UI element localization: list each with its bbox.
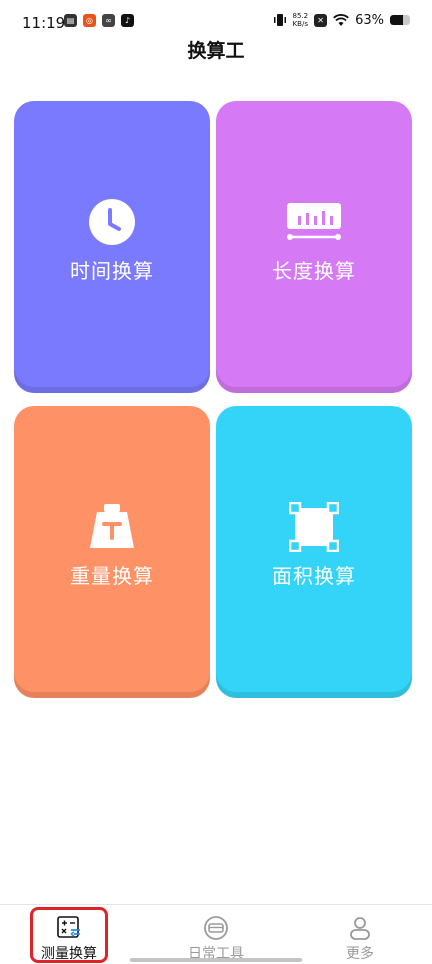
weight-conversion-card[interactable]: 重量换算 bbox=[14, 406, 210, 698]
area-conversion-label: 面积换算 bbox=[272, 564, 356, 588]
bottom-tab-bar: 测量换算 日常工具 更多 bbox=[0, 904, 432, 964]
status-right: 85.2 KB/s ✕ 63% bbox=[273, 12, 410, 28]
page-title: 换算工 bbox=[187, 40, 245, 62]
tab-more[interactable]: 更多 bbox=[320, 911, 400, 963]
tab-measurement-conversion-label: 测量换算 bbox=[41, 946, 97, 962]
calculator-icon bbox=[57, 916, 80, 938]
toolbox-icon bbox=[204, 916, 228, 940]
ruler-icon bbox=[287, 203, 341, 240]
clock-icon bbox=[89, 199, 135, 245]
notification-icons: ▤ ◎ ∞ ♪ bbox=[64, 14, 134, 27]
app-notification-icon: ◎ bbox=[83, 14, 96, 27]
time-conversion-card[interactable]: 时间换算 bbox=[14, 101, 210, 393]
network-speed-unit: KB/s bbox=[292, 20, 308, 28]
status-time: 11:19 bbox=[22, 14, 66, 32]
tiktok-notification-icon: ♪ bbox=[121, 14, 134, 27]
time-conversion-label: 时间换算 bbox=[70, 259, 154, 283]
battery-fill bbox=[390, 15, 403, 25]
weight-icon bbox=[90, 504, 134, 548]
person-icon bbox=[350, 917, 370, 940]
home-indicator[interactable] bbox=[130, 958, 302, 962]
tab-measurement-conversion[interactable]: 测量换算 bbox=[29, 911, 109, 963]
link-notification-icon: ∞ bbox=[102, 14, 115, 27]
tab-daily-tools[interactable]: 日常工具 bbox=[176, 911, 256, 963]
battery-percent: 63% bbox=[355, 12, 384, 28]
tab-more-label: 更多 bbox=[346, 946, 374, 962]
wifi-icon bbox=[333, 13, 349, 26]
battery-icon bbox=[390, 15, 410, 25]
weight-conversion-label: 重量换算 bbox=[70, 564, 154, 588]
area-conversion-card[interactable]: 面积换算 bbox=[216, 406, 412, 698]
vibrate-icon bbox=[273, 14, 286, 26]
message-notification-icon: ▤ bbox=[64, 14, 77, 27]
length-conversion-card[interactable]: 长度换算 bbox=[216, 101, 412, 393]
network-speed-value: 85.2 bbox=[292, 12, 309, 20]
screen: 11:19 ▤ ◎ ∞ ♪ 85.2 KB/s ✕ 63% 换算工 时间换算 长… bbox=[0, 0, 432, 964]
no-sim-icon: ✕ bbox=[314, 13, 328, 27]
length-conversion-label: 长度换算 bbox=[272, 259, 356, 283]
area-icon bbox=[289, 502, 339, 552]
network-speed: 85.2 KB/s bbox=[293, 12, 309, 28]
